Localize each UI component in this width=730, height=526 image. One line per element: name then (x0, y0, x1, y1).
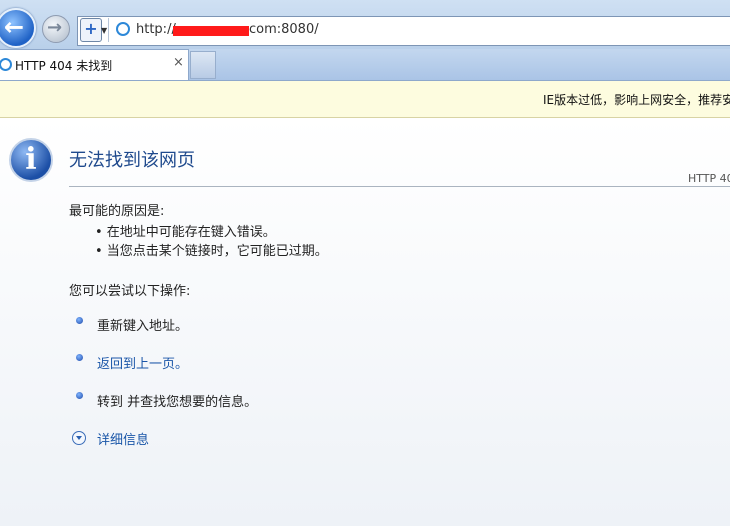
info-bar-text[interactable]: IE版本过低，影响上网安全，推荐安 (543, 91, 730, 108)
page-title: 无法找到该网页 (69, 150, 195, 171)
compatibility-shield-icon[interactable]: + (80, 18, 102, 42)
ie-logo-icon (116, 22, 130, 36)
bullet-icon (76, 317, 83, 324)
bullet-icon (76, 392, 83, 399)
forward-button[interactable]: → (42, 15, 70, 43)
reason-item: • 当您点击某个链接时，它可能已过期。 (95, 244, 328, 259)
expand-chevron-icon[interactable] (72, 431, 86, 445)
chevron-down-icon[interactable]: ▼ (101, 26, 107, 35)
error-page: i 无法找到该网页 HTTP 404 最可能的原因是: • 在地址中可能存在键入… (0, 118, 730, 526)
tab-strip: HTTP 404 未找到 × (0, 49, 730, 81)
url-suffix[interactable]: com:8080/ (249, 22, 319, 37)
navigation-bar: ← → + ▼ http:// com:8080/ (0, 0, 730, 49)
ie-logo-icon (0, 58, 12, 71)
bullet-icon (76, 354, 83, 361)
tab-http-404[interactable]: HTTP 404 未找到 × (0, 49, 189, 80)
forward-arrow-icon: → (47, 17, 63, 38)
more-info-link[interactable]: 详细信息 (97, 429, 149, 448)
divider (69, 186, 730, 187)
action-go-to-site: 转到 并查找您想要的信息。 (97, 395, 258, 410)
back-arrow-icon: ← (4, 13, 25, 41)
go-back-link[interactable]: 返回到上一页。 (97, 353, 188, 372)
info-icon: i (9, 138, 53, 182)
tab-title: HTTP 404 未找到 (15, 59, 113, 73)
back-button[interactable]: ← (0, 8, 36, 48)
http-status-code: HTTP 404 (688, 172, 730, 185)
close-icon[interactable]: × (173, 55, 184, 70)
reason-item: • 在地址中可能存在键入错误。 (95, 225, 276, 240)
new-tab-button[interactable] (190, 51, 216, 79)
suggestions-title: 您可以尝试以下操作: (69, 284, 191, 299)
url-prefix[interactable]: http:// (136, 22, 176, 37)
url-redaction-mark (173, 26, 249, 36)
info-bar[interactable]: IE版本过低，影响上网安全，推荐安 (0, 81, 730, 118)
action-retype-address: 重新键入地址。 (97, 319, 189, 334)
address-separator (108, 18, 109, 42)
reason-title: 最可能的原因是: (69, 204, 165, 219)
